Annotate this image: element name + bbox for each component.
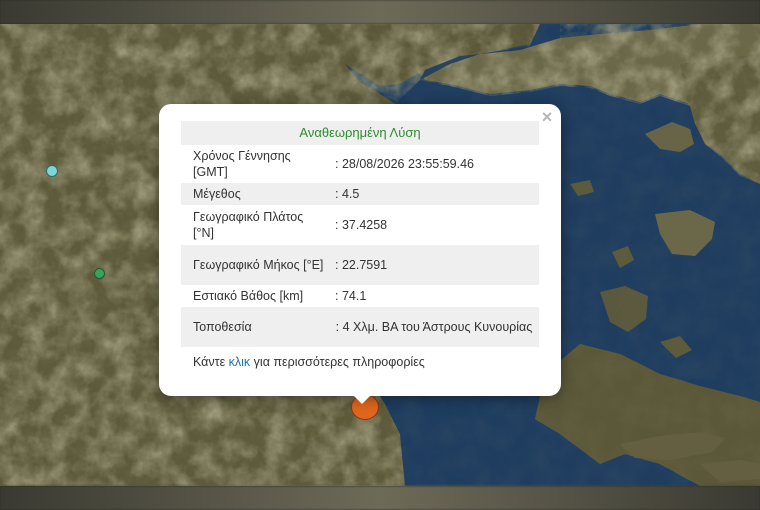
label-longitude: Γεωγραφικό Μήκος [°E] [181,245,333,285]
row-location: Τοποθεσία : 4 Χλμ. ΒΑ του Άστρους Κυνουρ… [181,307,539,347]
label-location: Τοποθεσία [181,307,333,347]
earthquake-info-popup: × Αναθεωρημένη Λύση Χρόνος Γέννησης [GMT… [159,104,561,396]
blurred-top-band [0,0,760,24]
row-origin-time: Χρόνος Γέννησης [GMT] : 28/08/2026 23:55… [181,145,539,183]
row-magnitude: Μέγεθος : 4.5 [181,183,539,205]
info-header: Αναθεωρημένη Λύση [181,121,539,145]
earthquake-marker-cyan[interactable] [46,165,58,177]
info-table: Αναθεωρημένη Λύση Χρόνος Γέννησης [GMT] … [181,121,539,347]
row-longitude: Γεωγραφικό Μήκος [°E] : 22.7591 [181,245,539,285]
value-magnitude: : 4.5 [333,183,539,205]
info-header-row: Αναθεωρημένη Λύση [181,121,539,145]
label-origin-time: Χρόνος Γέννησης [GMT] [193,149,291,179]
more-info-link[interactable]: κλικ [229,355,251,369]
value-latitude: : 37.4258 [335,218,388,232]
blurred-bottom-band [0,486,760,510]
label-magnitude: Μέγεθος [181,183,333,205]
more-info-line: Κάντε κλικ για περισσότερες πληροφορίες [181,355,539,369]
popup-content: Αναθεωρημένη Λύση Χρόνος Γέννησης [GMT] … [181,121,539,369]
value-location: : 4 Χλμ. ΒΑ του Άστρους Κυνουρίας [333,307,539,347]
label-latitude: Γεωγραφικό Πλάτος [°N] [193,210,304,240]
value-longitude: : 22.7591 [333,245,539,285]
more-info-prefix: Κάντε [193,355,229,369]
row-latitude: Γεωγραφικό Πλάτος [°N] : 37.4258 [181,205,539,245]
more-info-suffix: για περισσότερες πληροφορίες [250,355,425,369]
value-origin-time: : 28/08/2026 23:55:59.46 [335,157,475,171]
earthquake-marker-green[interactable] [94,268,105,279]
close-icon[interactable]: × [539,108,555,126]
label-depth: Εστιακό Βάθος [km] [193,289,304,303]
popup-tip [352,394,372,404]
value-depth: : 74.1 [335,289,367,303]
row-depth: Εστιακό Βάθος [km] : 74.1 [181,285,539,307]
